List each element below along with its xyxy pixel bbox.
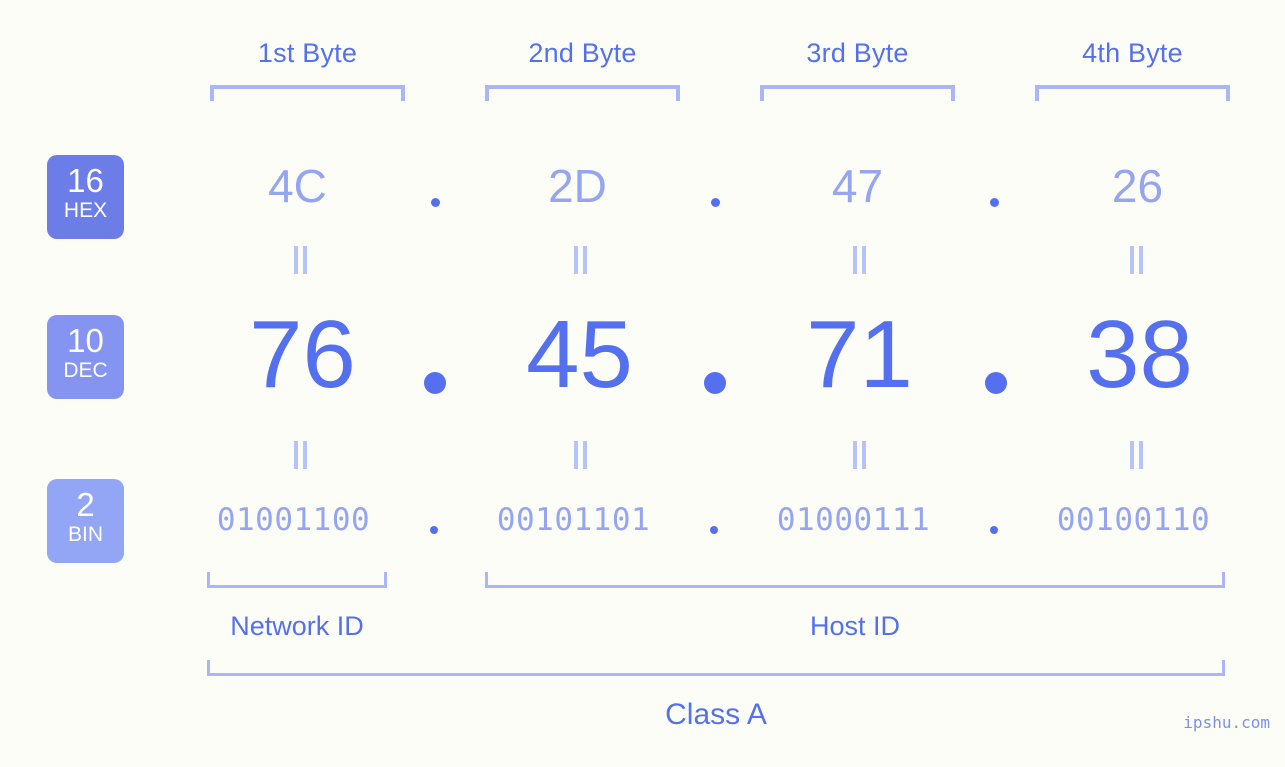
network-id-bracket <box>207 572 387 588</box>
equals-icon-dec-bin-1 <box>292 441 310 469</box>
bin-byte-2: 00101101 <box>496 502 651 538</box>
byte-header-1: 1st Byte <box>257 38 358 68</box>
dec-byte-4: 38 <box>1086 301 1193 408</box>
radix-badge-hex-number: 16 <box>67 162 104 199</box>
hex-byte-1: 4C <box>268 160 327 212</box>
equals-icon-hex-dec-4 <box>1128 246 1146 274</box>
network-id-label: Network ID <box>230 611 364 641</box>
byte-bracket-4 <box>1035 85 1230 101</box>
bin-separator-1 <box>430 526 438 534</box>
equals-icon-hex-dec-3 <box>851 246 869 274</box>
bin-separator-2 <box>710 526 718 534</box>
byte-header-3: 3rd Byte <box>806 38 909 68</box>
equals-icon-hex-dec-1 <box>292 246 310 274</box>
radix-badge-hex: 16 HEX <box>47 155 124 239</box>
radix-badge-bin: 2 BIN <box>47 479 124 563</box>
dec-separator-3 <box>985 372 1007 394</box>
bin-byte-1: 01001100 <box>216 502 371 538</box>
host-id-bracket <box>485 572 1225 588</box>
dec-byte-3: 71 <box>806 301 913 408</box>
dec-byte-1: 76 <box>249 301 356 408</box>
radix-badge-dec-abbr: DEC <box>63 359 108 382</box>
byte-bracket-2 <box>485 85 680 101</box>
host-id-label: Host ID <box>809 611 901 641</box>
site-watermark: ipshu.com <box>1183 713 1270 732</box>
hex-separator-3 <box>990 198 999 207</box>
hex-byte-2: 2D <box>548 160 607 212</box>
ip-breakdown-diagram: 1st Byte 2nd Byte 3rd Byte 4th Byte 16 H… <box>0 0 1285 767</box>
byte-header-2: 2nd Byte <box>528 38 637 68</box>
equals-icon-dec-bin-3 <box>851 441 869 469</box>
hex-byte-3: 47 <box>831 160 884 212</box>
bin-separator-3 <box>990 526 998 534</box>
equals-icon-dec-bin-2 <box>572 441 590 469</box>
class-bracket <box>207 660 1225 676</box>
equals-icon-hex-dec-2 <box>572 246 590 274</box>
bin-byte-4: 00100110 <box>1056 502 1211 538</box>
byte-bracket-3 <box>760 85 955 101</box>
radix-badge-hex-abbr: HEX <box>63 199 108 222</box>
equals-icon-dec-bin-4 <box>1128 441 1146 469</box>
radix-badge-bin-abbr: BIN <box>67 523 103 546</box>
radix-badge-bin-number: 2 <box>76 486 95 523</box>
radix-badge-dec-number: 10 <box>67 322 104 359</box>
radix-badge-dec: 10 DEC <box>47 315 124 399</box>
byte-bracket-1 <box>210 85 405 101</box>
hex-byte-4: 26 <box>1111 160 1164 212</box>
bin-byte-3: 01000111 <box>776 502 931 538</box>
dec-separator-1 <box>424 372 446 394</box>
dec-separator-2 <box>704 372 726 394</box>
class-label: Class A <box>665 698 767 731</box>
hex-separator-2 <box>711 198 720 207</box>
hex-separator-1 <box>431 198 440 207</box>
byte-header-4: 4th Byte <box>1082 38 1183 68</box>
dec-byte-2: 45 <box>526 301 633 408</box>
